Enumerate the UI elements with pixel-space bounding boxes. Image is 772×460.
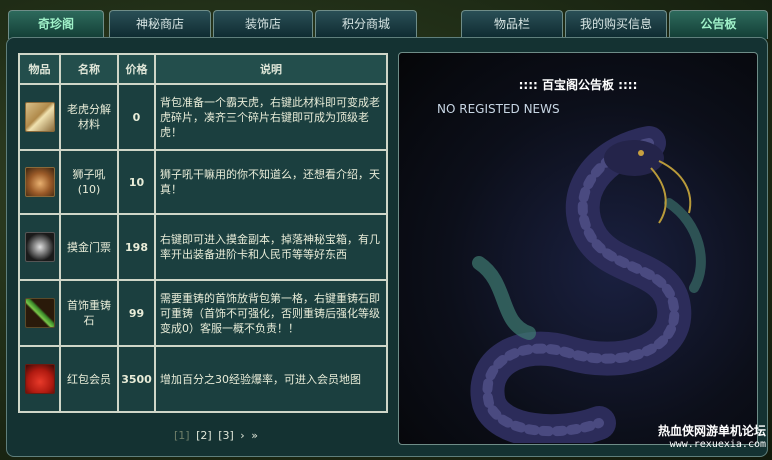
tab-bar: 奇珍阁 神秘商店 装饰店 积分商城 物品栏 我的购买信息 公告板 <box>0 10 772 39</box>
tab-qizhenge[interactable]: 奇珍阁 <box>8 10 104 39</box>
table-header-row: 物品 名称 价格 说明 <box>18 53 388 85</box>
item-table: 物品 名称 价格 说明 老虎分解材料 0 背包准备一个霸天虎，右键此材料即可变成… <box>18 53 388 413</box>
item-description: 右键即可进入摸金副本，掉落神秘宝箱，有几率开出装备进阶卡和人民币等等好东西 <box>154 213 388 281</box>
red-envelope-bag-icon[interactable] <box>24 364 55 394</box>
table-row: 首饰重铸石 99 需要重铸的首饰放背包第一格，右键重铸石即可重铸（首饰不可强化，… <box>18 279 388 347</box>
item-description: 需要重铸的首饰放背包第一格，右键重铸石即可重铸（首饰不可强化，否则重铸后强化等级… <box>154 279 388 347</box>
tiger-fragment-icon[interactable] <box>24 102 55 132</box>
table-row: 摸金门票 198 右键即可进入摸金副本，掉落神秘宝箱，有几率开出装备进阶卡和人民… <box>18 213 388 281</box>
notice-text: NO REGISTED NEWS <box>437 102 560 116</box>
header-description: 说明 <box>154 53 388 85</box>
item-description: 狮子吼干嘛用的你不知道么，还想看介绍，天真！ <box>154 149 388 215</box>
lion-roar-icon[interactable] <box>24 167 55 197</box>
jade-staff-icon[interactable] <box>24 298 55 328</box>
item-price: 3500 <box>117 345 156 413</box>
tab-purchase-info[interactable]: 我的购买信息 <box>565 10 667 37</box>
item-name: 老虎分解材料 <box>59 83 119 151</box>
item-name: 摸金门票 <box>59 213 119 281</box>
pagination: [1] [2] [3] › » <box>174 429 261 442</box>
dragon-illustration <box>470 126 706 443</box>
header-item: 物品 <box>18 53 61 85</box>
notice-title: :::: 百宝阁公告板 :::: <box>518 78 638 92</box>
item-name: 红包会员 <box>59 345 119 413</box>
item-price: 99 <box>117 279 156 347</box>
notice-board: :::: 百宝阁公告板 :::: NO REGISTED NEWS <box>398 52 758 445</box>
page-link-3[interactable]: [3] <box>218 429 234 442</box>
tab-inventory[interactable]: 物品栏 <box>461 10 563 37</box>
page-current: [1] <box>174 429 190 442</box>
shuriken-ticket-icon[interactable] <box>24 232 55 262</box>
item-price: 0 <box>117 83 156 151</box>
last-page-link[interactable]: » <box>251 429 258 442</box>
item-price: 10 <box>117 149 156 215</box>
tab-points-mall[interactable]: 积分商城 <box>315 10 417 37</box>
watermark-url: www.rexuexia.com <box>669 439 766 450</box>
tab-decoration-shop[interactable]: 装饰店 <box>213 10 313 37</box>
tab-mystery-shop[interactable]: 神秘商店 <box>109 10 211 37</box>
site-watermark: 热血侠网游单机论坛 www.rexuexia.com <box>658 424 766 452</box>
header-name: 名称 <box>59 53 119 85</box>
item-name: 狮子吼(10) <box>59 149 119 215</box>
table-row: 老虎分解材料 0 背包准备一个霸天虎，右键此材料即可变成老虎碎片，凑齐三个碎片右… <box>18 83 388 151</box>
table-row: 红包会员 3500 增加百分之30经验爆率，可进入会员地图 <box>18 345 388 413</box>
item-price: 198 <box>117 213 156 281</box>
next-page-link[interactable]: › <box>240 429 244 442</box>
table-row: 狮子吼(10) 10 狮子吼干嘛用的你不知道么，还想看介绍，天真！ <box>18 149 388 215</box>
page-link-2[interactable]: [2] <box>196 429 212 442</box>
header-price: 价格 <box>117 53 156 85</box>
item-name: 首饰重铸石 <box>59 279 119 347</box>
item-description: 增加百分之30经验爆率，可进入会员地图 <box>154 345 388 413</box>
tab-notice-board[interactable]: 公告板 <box>669 10 768 39</box>
watermark-title: 热血侠网游单机论坛 <box>657 424 766 438</box>
item-description: 背包准备一个霸天虎，右键此材料即可变成老虎碎片，凑齐三个碎片右键即可成为顶级老虎… <box>154 83 388 151</box>
